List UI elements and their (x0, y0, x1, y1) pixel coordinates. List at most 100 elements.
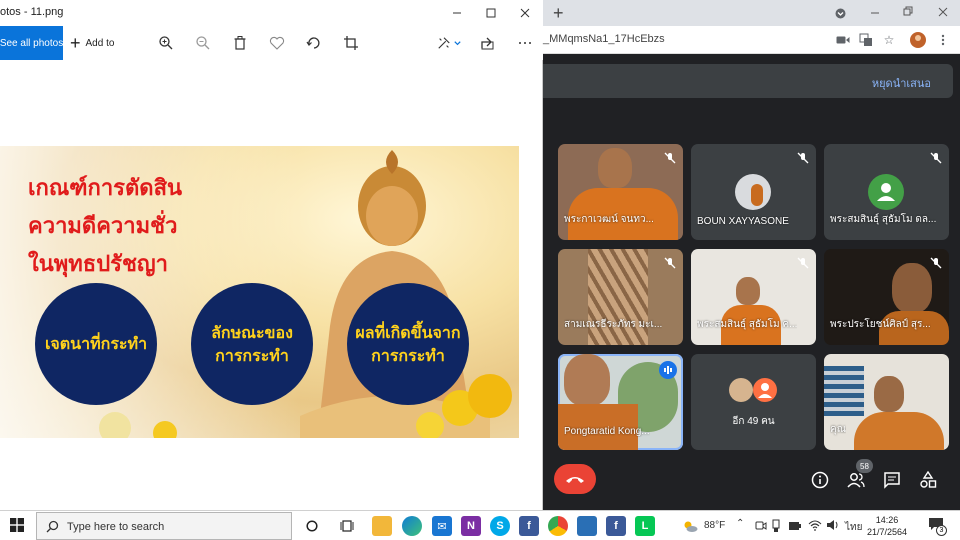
clock-date: 21/7/2564 (866, 527, 908, 537)
participant-tile[interactable]: พระสมสินธุ์ สุธัมโม ดล... (824, 144, 949, 240)
slide-title-line-2: ความดีความชั่ว (28, 214, 178, 239)
crop-icon (344, 36, 358, 50)
photos-window: otos - 11.png See all photos + Add to เก… (0, 0, 543, 510)
chrome-menu-icon[interactable] (935, 32, 951, 48)
participant-name: สามเณรธีระภัทร มะเ... (564, 319, 663, 330)
task-view-icon[interactable] (340, 519, 354, 533)
onenote-icon[interactable]: N (461, 516, 481, 536)
chat-icon (884, 472, 900, 489)
participant-tile[interactable]: พระสมสินธุ์ สุธัมโม ค... (691, 249, 816, 345)
crop-button[interactable] (339, 31, 363, 55)
heart-icon (269, 36, 285, 50)
rotate-icon (306, 37, 320, 49)
info-icon (811, 471, 829, 489)
delete-button[interactable] (228, 31, 252, 55)
zoom-out-button[interactable] (191, 31, 215, 55)
share-icon (481, 37, 494, 50)
usb-device-icon[interactable] (771, 519, 781, 533)
participant-tile[interactable]: สามเณรธีระภัทร มะเ... (558, 249, 683, 345)
add-to-button[interactable]: + Add to (70, 26, 114, 60)
activities-button[interactable] (917, 469, 939, 491)
weather-temperature[interactable]: 88°F (704, 520, 725, 531)
stop-presenting-button[interactable]: หยุดนำเสนอ (872, 74, 931, 92)
close-icon[interactable] (938, 7, 948, 17)
slide-title-line-3: ในพุทธปรัชญา (28, 252, 169, 277)
participant-avatar (729, 378, 753, 402)
mail-icon[interactable]: ✉ (432, 516, 452, 536)
people-icon (847, 473, 865, 488)
participant-video (892, 263, 932, 313)
more-options-button[interactable] (513, 31, 537, 55)
search-icon (46, 520, 59, 533)
input-language[interactable]: ไทย (845, 520, 862, 535)
leave-call-button[interactable] (554, 464, 596, 494)
share-button[interactable] (476, 31, 500, 55)
self-view-tile[interactable]: คุณ (824, 354, 949, 450)
speaking-indicator-icon (659, 361, 677, 379)
mic-off-icon (797, 257, 809, 269)
maximize-button[interactable] (474, 0, 508, 26)
wifi-icon[interactable] (808, 519, 822, 531)
chrome-browser-icon[interactable] (548, 516, 568, 536)
address-url[interactable]: _MMqmsNa1_17HcEbzs (543, 33, 665, 45)
translate-icon[interactable] (858, 32, 874, 48)
more-participants-label: อีก 49 คน (732, 416, 775, 427)
participant-tile[interactable]: BOUN XAYYASONE (691, 144, 816, 240)
rotate-button[interactable] (302, 31, 326, 55)
zoom-in-button[interactable] (154, 31, 178, 55)
mic-off-icon (797, 152, 809, 164)
photos-titlebar: otos - 11.png (0, 0, 543, 26)
cortana-icon[interactable] (306, 520, 318, 532)
plus-icon: + (70, 33, 81, 53)
browser-window: + _MMqmsNa1_17HcEbzs ☆ หยุดนำเสนอ พระกาเ… (543, 0, 960, 510)
maximize-icon (486, 8, 496, 18)
criterion-3-line-2: การกระทำ (371, 346, 445, 365)
participant-video-robe (854, 412, 944, 450)
close-button[interactable] (508, 0, 542, 26)
line-app-icon[interactable]: L (635, 516, 655, 536)
file-explorer-icon[interactable] (372, 516, 392, 536)
photos-app-icon[interactable] (577, 516, 597, 536)
tab-search-icon[interactable] (835, 8, 846, 19)
minimize-button[interactable] (440, 0, 474, 26)
photos-toolbar: See all photos + Add to (0, 26, 543, 60)
edit-button[interactable] (431, 31, 467, 55)
see-all-photos-button[interactable]: See all photos (0, 26, 63, 60)
edge-browser-icon[interactable] (402, 516, 422, 536)
minimize-icon[interactable] (870, 8, 880, 18)
skype-icon[interactable]: S (490, 516, 510, 536)
more-participants-tile[interactable]: อีก 49 คน (691, 354, 816, 450)
address-bar[interactable]: _MMqmsNa1_17HcEbzs ☆ (543, 26, 960, 54)
meet-now-icon[interactable] (755, 520, 767, 532)
notification-center-button[interactable]: 3 (928, 517, 947, 536)
chat-button[interactable] (881, 469, 903, 491)
edit-icon (437, 37, 450, 49)
meeting-details-button[interactable] (809, 469, 831, 491)
new-tab-button[interactable]: + (553, 3, 564, 24)
battery-icon[interactable] (788, 520, 802, 532)
presentation-banner: หยุดนำเสนอ (543, 64, 953, 98)
participant-tile[interactable]: พระประโยชน์ศิลป์ สุร... (824, 249, 949, 345)
weather-icon[interactable] (682, 519, 698, 533)
participant-tile[interactable]: พระกาเวฒน์ จนทว... (558, 144, 683, 240)
notification-count-badge: 3 (936, 525, 947, 536)
bookmark-star-icon[interactable]: ☆ (881, 32, 897, 48)
participant-tile[interactable]: Pongtaratid Kong... (558, 354, 683, 450)
tray-chevron-up-icon[interactable]: ⌃ (736, 518, 744, 529)
favorite-button[interactable] (265, 31, 289, 55)
camera-icon[interactable] (835, 32, 851, 48)
windows-start-icon[interactable] (10, 518, 24, 532)
photos-window-title: otos - 11.png (0, 6, 64, 18)
criterion-2-line-1: ลักษณะของ (211, 322, 293, 342)
taskbar-clock[interactable]: 14:26 21/7/2564 (862, 514, 912, 538)
participant-name: Pongtaratid Kong... (564, 426, 650, 437)
minimize-icon (453, 12, 461, 14)
profile-avatar[interactable] (910, 32, 926, 48)
taskbar-search-box[interactable]: Type here to search (36, 512, 292, 540)
criterion-2-line-2: การกระทำ (215, 346, 289, 365)
facebook-icon[interactable]: f (606, 516, 626, 536)
facebook-icon[interactable]: f (519, 516, 539, 536)
volume-icon[interactable] (826, 519, 840, 531)
mic-off-icon (664, 152, 676, 164)
restore-icon[interactable] (903, 6, 913, 16)
